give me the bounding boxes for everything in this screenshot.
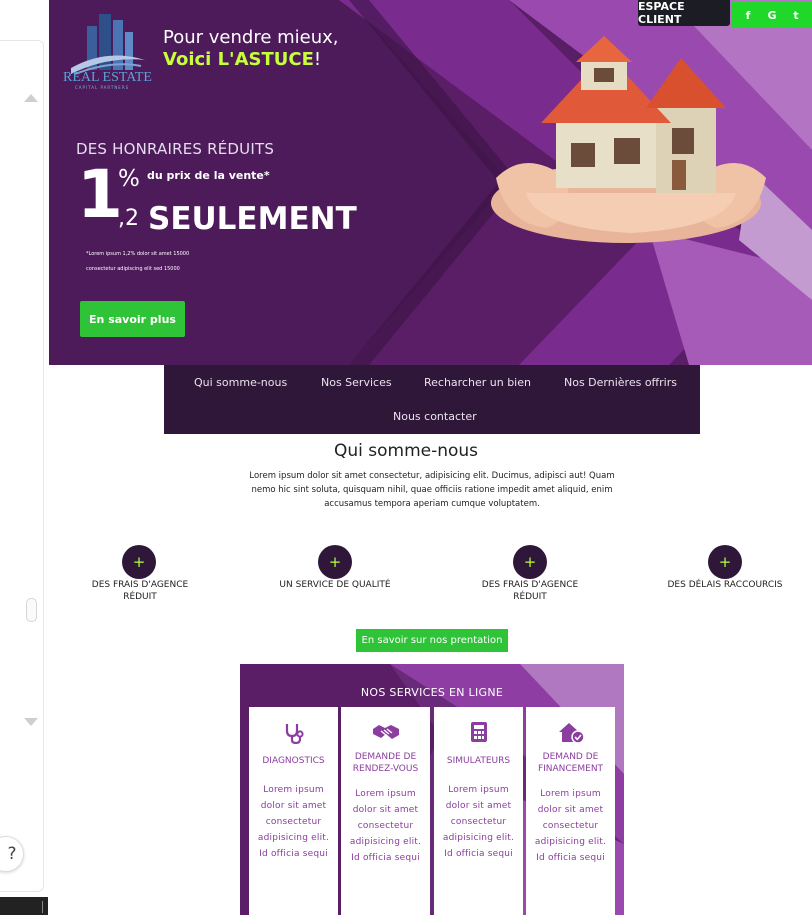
side-scroll-panel [0, 40, 44, 892]
presentation-button[interactable]: En savoir sur nos prentation [356, 629, 508, 652]
tagline-end: ! [313, 49, 322, 70]
card-text: Lorem ipsum dolor sit amet consectetur a… [442, 785, 515, 859]
plus-icon[interactable]: + [708, 545, 742, 579]
services-title: NOS SERVICES EN LIGNE [360, 686, 504, 699]
logo-text: REAL ESTATE [63, 70, 152, 85]
page: ? REAL ESTATE CAPITAL PARTNERS Pour vend… [0, 0, 812, 915]
rate-decimal: ,2 [118, 206, 139, 231]
rate-description: du prix de la vente* [147, 169, 270, 182]
house-check-icon [526, 721, 615, 747]
service-card-simulateurs[interactable]: SIMULATEURS Lorem ipsum dolor sit amet c… [434, 707, 523, 915]
calculator-icon [434, 721, 523, 747]
espace-client-button[interactable]: ESPACE CLIENT [638, 0, 730, 26]
house-in-hands-image [491, 36, 766, 243]
main-nav: Qui somme-nous Nos Services Recharcher u… [164, 365, 700, 434]
google-icon[interactable]: G [765, 8, 779, 22]
nav-item-contact[interactable]: Nous contacter [393, 410, 477, 423]
twitter-icon[interactable]: t [789, 8, 803, 22]
tagline-line2: Voici L'ASTUCE! [163, 49, 321, 70]
card-text: Lorem ipsum dolor sit amet consectetur a… [349, 789, 422, 863]
fine-print-1: *Lorem ipsum 1,2% dolor sit amet 15000 [86, 251, 190, 257]
seulement-text: SEULEMENT [148, 201, 357, 237]
card-title: DEMANDE DE RENDEZ-VOUS [352, 752, 419, 774]
services-section: NOS SERVICES EN LIGNE DIAGNOSTICS Lorem … [240, 664, 624, 915]
service-card-financement[interactable]: DEMAND DE FINANCEMENT Lorem ipsum dolor … [526, 707, 615, 915]
about-title: Qui somme-nous [333, 441, 479, 461]
card-title: SIMULATEURS [446, 756, 511, 766]
card-title: DIAGNOSTICS [262, 756, 325, 766]
plus-icon[interactable]: + [318, 545, 352, 579]
plus-icon[interactable]: + [122, 545, 156, 579]
rate-integer: 1 [77, 156, 123, 233]
feature-label: DES DÉLAIS RACCOURCIS [667, 580, 783, 590]
tagline-highlight: Voici L'ASTUCE [163, 49, 314, 70]
card-text: Lorem ipsum dolor sit amet consectetur a… [257, 785, 330, 859]
facebook-icon[interactable]: f [741, 8, 755, 22]
en-savoir-plus-button[interactable]: En savoir plus [80, 301, 185, 337]
plus-icon[interactable]: + [513, 545, 547, 579]
rate-percent-sign: % [118, 166, 140, 192]
scrollbar-thumb[interactable] [26, 598, 37, 622]
nav-item-qui-somme-nous[interactable]: Qui somme-nous [194, 376, 287, 389]
social-links: f G t [732, 2, 812, 28]
tagline-line1: Pour vendre mieux, [163, 27, 339, 48]
divider [42, 901, 43, 913]
feature-label: DES FRAIS D'AGENCE RÉDUIT [481, 580, 579, 602]
nav-item-nos-services[interactable]: Nos Services [321, 376, 392, 389]
taskbar-strip [0, 897, 48, 915]
nav-item-rechercher[interactable]: Recharcher un bien [424, 376, 531, 389]
service-card-rendez-vous[interactable]: DEMANDE DE RENDEZ-VOUS Lorem ipsum dolor… [341, 707, 430, 915]
stethoscope-icon [249, 721, 338, 747]
hero-banner: REAL ESTATE CAPITAL PARTNERS Pour vendre… [49, 0, 812, 365]
scroll-down-arrow-icon[interactable] [24, 718, 38, 726]
service-card-diagnostics[interactable]: DIAGNOSTICS Lorem ipsum dolor sit amet c… [249, 707, 338, 915]
card-text: Lorem ipsum dolor sit amet consectetur a… [534, 789, 607, 863]
feature-label: UN SERVICE DE QUALITÉ [279, 580, 391, 590]
scroll-up-arrow-icon[interactable] [24, 94, 38, 102]
about-text: Lorem ipsum dolor sit amet consectetur, … [249, 471, 615, 509]
fine-print-2: consectetur adipiscing elit sed 15000 [86, 266, 180, 272]
nav-item-dernieres-offres[interactable]: Nos Dernières offrirs [564, 376, 677, 389]
logo-subtitle: CAPITAL PARTNERS [75, 85, 130, 90]
card-title: DEMAND DE FINANCEMENT [537, 752, 604, 774]
handshake-icon [341, 721, 430, 747]
feature-label: DES FRAIS D'AGENCE RÉDUIT [91, 580, 189, 602]
